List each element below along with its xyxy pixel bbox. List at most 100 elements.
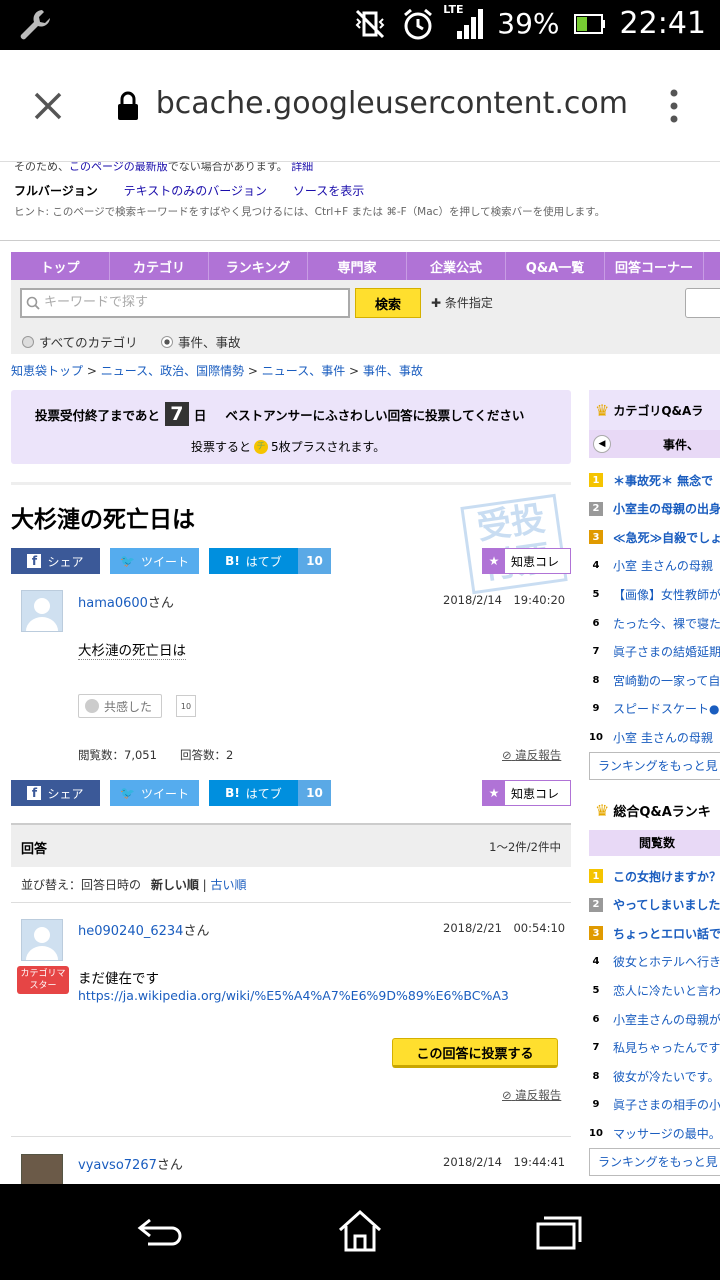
empathy-button[interactable]: 共感した (78, 694, 162, 718)
vote-answer-button[interactable]: この回答に投票する (392, 1038, 558, 1068)
ranking-item[interactable]: 4 彼女とホテルへ行き (589, 948, 720, 976)
ranking-link[interactable]: 眞子さまの相手の小 (613, 1096, 720, 1113)
hatena-share[interactable]: B! はてブ 10 (209, 548, 331, 574)
ranking-item[interactable]: 3 ちょっとエロい話で (589, 919, 720, 947)
text-only-link[interactable]: テキストのみのバージョン (124, 184, 267, 198)
more-ranking-button[interactable]: ランキングをもっと見 (589, 1148, 720, 1176)
recents-icon[interactable] (536, 1214, 584, 1250)
ranking-item[interactable]: 8 宮崎勤の一家って自 (589, 666, 720, 694)
ranking-link[interactable]: スピードスケート● (613, 700, 719, 717)
answer-user[interactable]: vyavso7267さん (78, 1154, 183, 1173)
ranking-link[interactable]: この女抱けますか？ (613, 868, 720, 885)
rank-number: 10 (589, 731, 603, 743)
ranking-link[interactable]: たった今、裸で寝た (613, 615, 720, 632)
avatar-cat[interactable] (21, 1154, 63, 1184)
tab-category[interactable]: カテゴリ (110, 252, 209, 280)
close-icon[interactable] (30, 88, 66, 124)
detail-link[interactable]: 詳細 (291, 162, 313, 173)
ranking-link[interactable]: 彼女とホテルへ行き (613, 953, 720, 970)
chie-collection-button[interactable]: ★ 知恵コレ (482, 780, 571, 806)
hatena-share[interactable]: B! はてブ 10 (209, 780, 331, 806)
ranking-item[interactable]: 10 マッサージの最中。 (589, 1119, 720, 1147)
tab-expert[interactable]: 専門家 (308, 252, 407, 280)
ranking-link[interactable]: 彼女が冷たいです。 (613, 1068, 719, 1085)
report-link[interactable]: ⊘ 違反報告 (502, 1087, 561, 1103)
breadcrumb-item[interactable]: ニュース、事件 (262, 364, 345, 378)
hatena-button[interactable]: B! はてブ (209, 548, 298, 574)
report-link[interactable]: ⊘ 違反報告 (502, 747, 561, 763)
tab-top[interactable]: トップ (11, 252, 110, 280)
ranking-link[interactable]: 【画像】女性教師が (613, 586, 720, 603)
ranking-link[interactable]: 宮崎勤の一家って自 (613, 672, 720, 689)
tab-qa-list[interactable]: Q&A一覧 (506, 252, 605, 280)
avatar[interactable] (21, 919, 63, 961)
tab-answer-corner[interactable]: 回答コーナー (605, 252, 704, 280)
ranking-item[interactable]: 5 恋人に冷たいと言わ (589, 976, 720, 1004)
ranking-link[interactable]: ≪急死≫自殺でしょ (613, 529, 720, 546)
ranking-item[interactable]: 7 私見ちゃったんです (589, 1034, 720, 1062)
twitter-share-button[interactable]: 🐦 ツイート (110, 780, 199, 806)
empathy-label: 共感した (104, 699, 153, 714)
ranking-item[interactable]: 10 小室 圭さんの母親 (589, 723, 720, 751)
back-icon[interactable] (136, 1216, 184, 1250)
facebook-share-button[interactable]: f シェア (11, 548, 100, 574)
ranking-link[interactable]: ちょっとエロい話で (613, 925, 720, 942)
ranking-item[interactable]: 6 小室圭さんの母親が (589, 1005, 720, 1033)
ban-icon: ⊘ (502, 748, 512, 762)
breadcrumb-item[interactable]: ニュース、政治、国際情勢 (101, 364, 244, 378)
hatena-button[interactable]: B! はてブ (209, 780, 298, 806)
ranking-item[interactable]: 8 彼女が冷たいです。 (589, 1062, 720, 1090)
ranking-link[interactable]: 眞子さまの結婚延期 (613, 643, 720, 660)
ranking-item[interactable]: 5 【画像】女性教師が (589, 580, 720, 608)
ranking-link[interactable]: やってしまいました (613, 896, 720, 913)
avatar[interactable] (21, 590, 63, 632)
chevron-left-icon[interactable]: ◀ (593, 435, 611, 453)
twitter-share-button[interactable]: 🐦 ツイート (110, 548, 199, 574)
answer-date: 2018/2/21 00:54:10 (443, 921, 566, 935)
ranking-link[interactable]: 小室 圭さんの母親 (613, 729, 713, 746)
ranking-item[interactable]: 1 ＊事故死＊ 無念で (589, 466, 720, 494)
ranking-item[interactable]: 2 やってしまいました (589, 891, 720, 919)
view-source-link[interactable]: ソースを表示 (293, 184, 364, 198)
question-user[interactable]: hama0600さん (78, 592, 174, 611)
condition-button[interactable]: ✚ 条件指定 (431, 294, 493, 311)
ranking-link[interactable]: 私見ちゃったんです (613, 1039, 720, 1056)
sort-old-link[interactable]: 古い順 (211, 878, 247, 892)
extra-button[interactable] (685, 288, 720, 318)
cache-notice: そのため、このページの最新版でない場合があります。 詳細 フルバージョン テキス… (0, 162, 720, 242)
ranking-item[interactable]: 2 小室圭の母親の出身 (589, 495, 720, 523)
search-button[interactable]: 検索 (355, 288, 421, 318)
ranking-item[interactable]: 9 スピードスケート● (589, 695, 720, 723)
ranking-item[interactable]: 7 眞子さまの結婚延期 (589, 638, 720, 666)
breadcrumb-item[interactable]: 知恵袋トップ (11, 364, 83, 378)
search-input[interactable]: キーワードで探す (20, 288, 350, 318)
radio-category[interactable]: 事件、事故 (161, 332, 241, 351)
views-tab[interactable]: 閲覧数 (589, 830, 720, 856)
ranking-link[interactable]: マッサージの最中。 (613, 1125, 720, 1142)
ranking-item[interactable]: 6 たった今、裸で寝た (589, 609, 720, 637)
tab-ranking[interactable]: ランキング (209, 252, 308, 280)
answer-link[interactable]: https://ja.wikipedia.org/wiki/%E5%A4%A7%… (78, 988, 548, 1003)
overflow-menu-icon[interactable] (664, 88, 684, 124)
home-icon[interactable] (336, 1208, 384, 1252)
address-bar[interactable]: webcache.googleusercontent.com (158, 86, 628, 121)
ranking-link[interactable]: ＊事故死＊ 無念で (613, 472, 713, 489)
tab-official[interactable]: 企業公式 (407, 252, 506, 280)
ranking-link[interactable]: 小室 圭さんの母親 (613, 557, 713, 574)
ranking-item[interactable]: 4 小室 圭さんの母親 (589, 552, 720, 580)
radio-all[interactable]: すべてのカテゴリ (22, 332, 138, 351)
ranking-item[interactable]: 3 ≪急死≫自殺でしょ (589, 523, 720, 551)
ranking-link[interactable]: 小室圭さんの母親が (613, 1011, 720, 1028)
divider (11, 902, 571, 903)
ranking-link[interactable]: 小室圭の母親の出身 (613, 500, 720, 517)
ranking-link[interactable]: 恋人に冷たいと言わ (613, 982, 720, 999)
ranking-item[interactable]: 1 この女抱けますか？ (589, 862, 720, 890)
more-ranking-button[interactable]: ランキングをもっと見 (589, 752, 720, 780)
facebook-share-button[interactable]: f シェア (11, 780, 100, 806)
breadcrumb-item[interactable]: 事件、事故 (363, 364, 423, 378)
latest-version-link[interactable]: このページの最新版 (69, 162, 168, 173)
chie-collection-button[interactable]: ★ 知恵コレ (482, 548, 571, 574)
ranking-item[interactable]: 9 眞子さまの相手の小 (589, 1091, 720, 1119)
answer-user[interactable]: he090240_6234さん (78, 920, 209, 939)
clock: 22:41 (619, 6, 706, 41)
